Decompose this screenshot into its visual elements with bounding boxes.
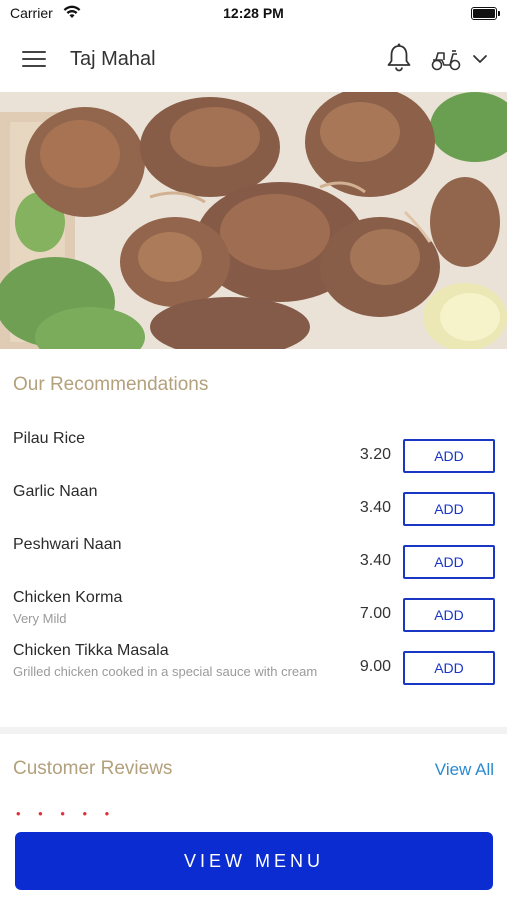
add-button[interactable]: ADD <box>403 545 495 579</box>
item-price: 7.00 <box>359 605 391 622</box>
section-divider <box>0 727 507 734</box>
clock: 12:28 PM <box>223 5 284 21</box>
item-price: 3.40 <box>359 499 391 516</box>
item-name: Chicken Korma <box>13 589 123 606</box>
item-description: Very Mild <box>13 611 67 626</box>
status-bar: Carrier 12:28 PM <box>0 0 507 28</box>
item-description: Grilled chicken cooked in a special sauc… <box>13 664 318 679</box>
add-button[interactable]: ADD <box>403 651 495 685</box>
battery-icon <box>471 7 500 20</box>
menu-icon[interactable] <box>22 48 48 70</box>
rating-stars: • • • • • <box>16 806 117 821</box>
reviews-title: Customer Reviews <box>13 758 173 779</box>
add-button[interactable]: ADD <box>403 492 495 526</box>
view-menu-button[interactable]: VIEW MENU <box>15 832 493 890</box>
item-price: 9.00 <box>359 658 391 675</box>
page-title: Taj Mahal <box>70 48 156 70</box>
hero-overlay <box>0 92 507 349</box>
item-name: Pilau Rice <box>13 430 86 447</box>
item-price: 3.20 <box>359 446 391 463</box>
chevron-down-icon[interactable] <box>472 52 488 64</box>
add-button[interactable]: ADD <box>403 598 495 632</box>
bell-icon[interactable] <box>385 42 413 74</box>
app-header: Taj Mahal <box>0 28 507 92</box>
item-name: Peshwari Naan <box>13 536 122 553</box>
hero-food-image <box>0 92 507 349</box>
scooter-icon[interactable] <box>430 48 462 72</box>
item-name: Chicken Tikka Masala <box>13 642 169 659</box>
item-price: 3.40 <box>359 552 391 569</box>
add-button[interactable]: ADD <box>403 439 495 473</box>
view-all-link[interactable]: View All <box>435 760 494 780</box>
recommendations-title: Our Recommendations <box>13 374 209 395</box>
item-name: Garlic Naan <box>13 483 98 500</box>
